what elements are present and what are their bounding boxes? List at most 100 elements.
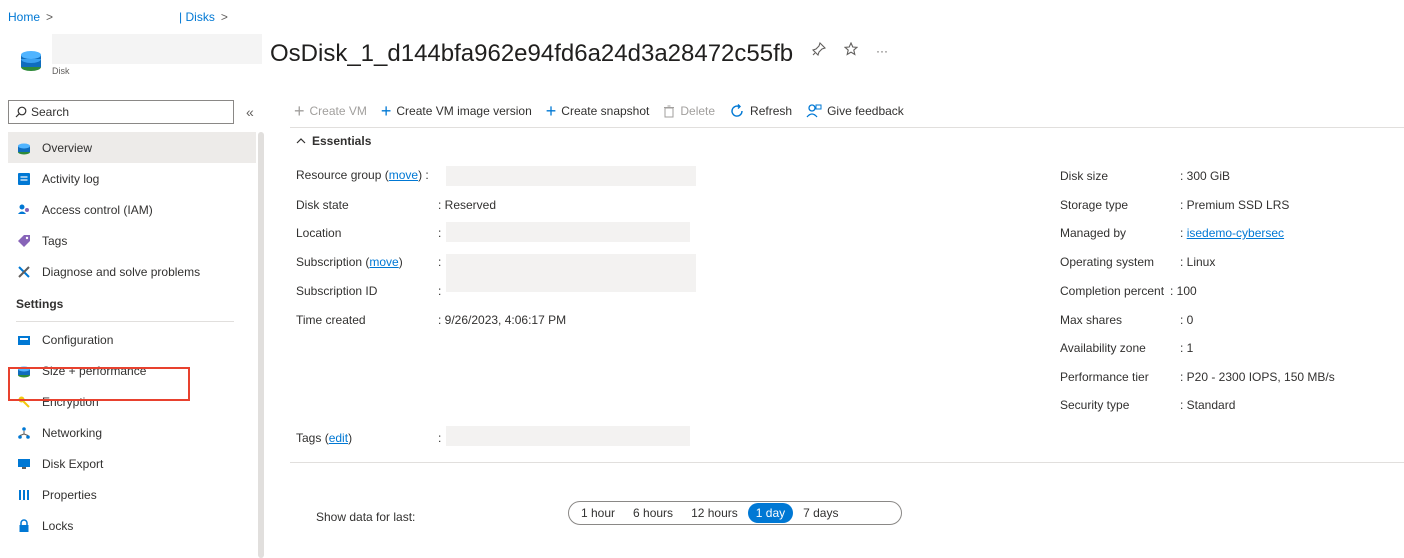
plus-icon: + (380, 101, 392, 121)
activity-log-icon (16, 171, 32, 187)
chevron-up-icon (296, 138, 306, 144)
sidebar-item-disk-export[interactable]: Disk Export (8, 448, 256, 479)
availability-zone-value: : 1 (1180, 341, 1194, 355)
sidebar-item-label: Disk Export (42, 456, 104, 471)
time-option-1-day[interactable]: 1 day (747, 503, 794, 523)
create-snapshot-label: Create snapshot (561, 104, 650, 118)
plus-icon: + (545, 101, 557, 121)
delete-button[interactable]: Delete (663, 104, 715, 118)
trash-icon (664, 105, 675, 117)
sidebar-item-diagnose[interactable]: Diagnose and solve problems (8, 256, 256, 287)
search-input[interactable] (31, 105, 221, 119)
highlight-annotation (8, 367, 190, 401)
essentials-divider (290, 462, 1404, 463)
toolbar-divider (290, 127, 1404, 128)
feedback-icon (806, 104, 822, 118)
move-resource-group-link[interactable]: move (389, 168, 418, 182)
lock-icon (16, 518, 32, 534)
resource-type-label: Disk (52, 66, 70, 76)
max-shares-label: Max shares (1060, 313, 1123, 327)
sidebar-item-access-control[interactable]: Access control (IAM) (8, 194, 256, 225)
refresh-button[interactable]: Refresh (729, 103, 792, 119)
sidebar-item-properties[interactable]: Properties (8, 479, 256, 510)
edit-tags-link[interactable]: edit (329, 431, 348, 445)
time-option-6-hours[interactable]: 6 hours (625, 503, 681, 523)
performance-tier-label: Performance tier (1060, 370, 1149, 384)
sidebar-scrollbar[interactable] (258, 132, 264, 558)
sidebar-item-label: Properties (42, 487, 97, 502)
colon: : (438, 255, 442, 269)
breadcrumb-home[interactable]: Home (8, 10, 40, 24)
disk-state-row: Disk state (296, 198, 349, 212)
star-icon[interactable] (843, 41, 859, 59)
managed-by-row: : isedemo-cybersec (1180, 226, 1284, 240)
time-option-12-hours[interactable]: 12 hours (683, 503, 746, 523)
plus-icon: + (294, 101, 305, 121)
wrench-icon (16, 264, 32, 280)
show-data-label: Show data for last: (316, 510, 416, 524)
security-type-value: : Standard (1180, 398, 1236, 412)
sidebar: « Overview Activity log Access control (… (0, 96, 264, 558)
time-option-1-hour[interactable]: 1 hour (573, 503, 623, 523)
security-type-label: Security type (1060, 398, 1130, 412)
tag-icon (16, 233, 32, 249)
move-subscription-link[interactable]: move (369, 255, 398, 269)
storage-type-value: : Premium SSD LRS (1180, 198, 1290, 212)
time-created-value: : 9/26/2023, 4:06:17 PM (438, 313, 567, 327)
redacted-value (446, 254, 696, 292)
sidebar-item-locks[interactable]: Locks (8, 510, 256, 541)
give-feedback-label: Give feedback (827, 104, 904, 118)
breadcrumb-separator: > (46, 10, 54, 24)
disk-state-value: : Reserved (438, 198, 497, 212)
sidebar-item-label: Locks (42, 518, 74, 533)
managed-by-link[interactable]: isedemo-cybersec (1187, 226, 1284, 240)
sidebar-item-networking[interactable]: Networking (8, 417, 256, 448)
collapse-sidebar-button[interactable]: « (246, 104, 254, 120)
subscription-id-label: Subscription ID (296, 284, 378, 298)
create-vm-image-version-button[interactable]: + Create VM image version (381, 102, 532, 120)
title-actions: ··· (811, 41, 888, 59)
breadcrumb-disks[interactable]: | Disks (179, 10, 215, 24)
redacted-value (446, 166, 696, 186)
sidebar-item-label: Access control (IAM) (42, 202, 153, 217)
refresh-label: Refresh (750, 104, 793, 118)
disk-resource-icon (21, 51, 41, 71)
subscription-row: Subscription (move) (296, 255, 403, 269)
location-label: Location (296, 226, 342, 240)
sidebar-item-overview[interactable]: Overview (8, 132, 256, 163)
resource-group-label: Resource group (296, 168, 382, 182)
managed-by-label: Managed by (1060, 226, 1127, 240)
sidebar-item-label: Activity log (42, 171, 100, 186)
pin-icon[interactable] (811, 41, 827, 59)
colon: : (438, 431, 442, 445)
colon: : (438, 226, 442, 240)
sidebar-item-activity-log[interactable]: Activity log (8, 163, 256, 194)
create-vm-button[interactable]: + Create VM (294, 102, 367, 120)
operating-system-value: : Linux (1180, 255, 1216, 269)
operating-system-label: Operating system (1060, 255, 1155, 269)
essentials-toggle[interactable]: Essentials (296, 134, 371, 148)
disk-state-label: Disk state (296, 198, 349, 212)
command-bar: + Create VM + Create VM image version + … (294, 100, 904, 122)
max-shares-value: : 0 (1180, 313, 1194, 327)
sidebar-item-tags[interactable]: Tags (8, 225, 256, 256)
essentials-label: Essentials (312, 134, 372, 148)
sidebar-nav: Overview Activity log Access control (IA… (8, 132, 256, 541)
time-created-label: Time created (296, 313, 366, 327)
give-feedback-button[interactable]: Give feedback (806, 103, 904, 119)
disk-size-value: : 300 GiB (1180, 169, 1231, 183)
networking-icon (16, 425, 32, 441)
configuration-icon (16, 332, 32, 348)
iam-icon (16, 202, 32, 218)
storage-type-label: Storage type (1060, 198, 1129, 212)
time-option-7-days[interactable]: 7 days (795, 503, 846, 523)
completion-percent-label: Completion percent (1060, 284, 1165, 298)
delete-label: Delete (680, 104, 716, 118)
sidebar-item-configuration[interactable]: Configuration (8, 324, 256, 355)
create-snapshot-button[interactable]: + Create snapshot (546, 102, 650, 120)
search-box[interactable] (8, 100, 234, 124)
redacted-value (446, 426, 690, 446)
sidebar-item-label: Overview (42, 140, 93, 155)
ellipsis-icon[interactable]: ··· (876, 44, 888, 58)
availability-zone-label: Availability zone (1060, 341, 1146, 355)
